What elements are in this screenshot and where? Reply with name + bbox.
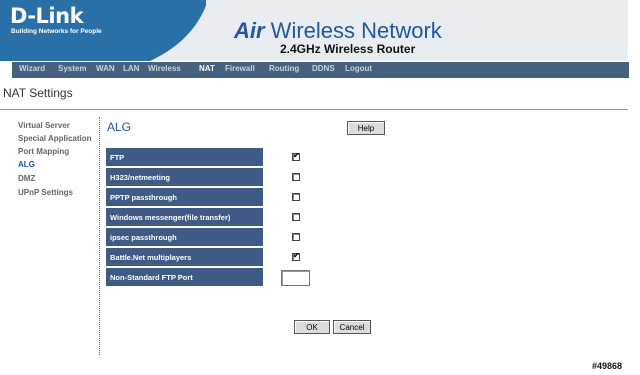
ok-button[interactable]: OK [294, 320, 330, 334]
brand-rest: Wireless Network [264, 18, 442, 43]
section-title: ALG [107, 120, 132, 134]
cancel-button[interactable]: Cancel [333, 320, 371, 334]
table-row: FTP ✔ [106, 148, 329, 167]
nav-system[interactable]: System [58, 64, 86, 73]
sidemenu-virtual-server[interactable]: Virtual Server [18, 121, 70, 130]
row-label-ftp: FTP [110, 153, 125, 162]
row-cell: ✔ [263, 148, 329, 166]
logo-swoosh-icon [150, 0, 210, 61]
row-label-battlenet: Battle.Net multiplayers [110, 253, 192, 262]
main-nav: Wizard System WAN LAN Wireless NAT Firew… [12, 62, 629, 78]
table-row: Battle.Net multiplayers ✔ [106, 248, 329, 267]
nav-lan[interactable]: LAN [123, 64, 139, 73]
dlink-logo: D-Link [10, 4, 84, 28]
help-button[interactable]: Help [347, 121, 385, 135]
ftp-checkbox[interactable]: ✔ [292, 151, 300, 161]
row-cell: ✔ [263, 208, 329, 226]
logo-panel: D-Link Building Networks for People [0, 0, 210, 61]
title-divider [0, 109, 628, 110]
row-cell: ✔ [263, 248, 329, 266]
row-cell [263, 268, 329, 287]
ipsec-checkbox[interactable]: ✔ [292, 233, 300, 241]
sidemenu-port-mapping[interactable]: Port Mapping [18, 147, 69, 156]
table-row: ipsec passthrough ✔ [106, 228, 329, 247]
product-name: 2.4GHz Wireless Router [280, 42, 416, 56]
table-row: PPTP passthrough ✔ [106, 188, 329, 207]
row-label-ftp-port: Non-Standard FTP Port [110, 273, 193, 282]
h323-checkbox[interactable]: ✔ [292, 173, 300, 181]
nav-wireless[interactable]: Wireless [148, 64, 181, 73]
row-label-h323: H323/netmeeting [110, 173, 171, 182]
sidemenu-special-application[interactable]: Special Application [18, 134, 92, 143]
sidemenu-dmz[interactable]: DMZ [18, 174, 35, 183]
battlenet-checkbox[interactable]: ✔ [292, 251, 300, 261]
ftp-port-input[interactable] [281, 270, 310, 286]
brand-air: Air [234, 18, 265, 43]
pptp-checkbox[interactable]: ✔ [292, 193, 300, 201]
side-divider [99, 117, 100, 355]
nav-wan[interactable]: WAN [96, 64, 115, 73]
windows-messenger-checkbox[interactable]: ✔ [292, 213, 300, 221]
nav-logout[interactable]: Logout [345, 64, 372, 73]
check-icon: ✔ [293, 251, 300, 260]
logo-tagline: Building Networks for People [11, 28, 102, 35]
table-row: Non-Standard FTP Port [106, 268, 329, 287]
row-label-windows-messenger: Windows messenger(file transfer) [110, 213, 231, 222]
page-title: NAT Settings [3, 86, 73, 100]
header: D-Link Building Networks for People Air … [0, 0, 640, 61]
row-cell: ✔ [263, 228, 329, 246]
nav-routing[interactable]: Routing [269, 64, 299, 73]
brand-title: Air Wireless Network [234, 18, 442, 44]
sidemenu-alg[interactable]: ALG [18, 160, 35, 169]
nav-nat[interactable]: NAT [199, 64, 215, 73]
check-icon: ✔ [293, 151, 300, 160]
table-row: Windows messenger(file transfer) ✔ [106, 208, 329, 227]
nav-ddns[interactable]: DDNS [312, 64, 335, 73]
nav-wizard[interactable]: Wizard [19, 64, 45, 73]
sidemenu-upnp-settings[interactable]: UPnP Settings [18, 188, 73, 197]
row-cell: ✔ [263, 168, 329, 186]
row-cell: ✔ [263, 188, 329, 206]
row-label-ipsec: ipsec passthrough [110, 233, 177, 242]
row-label-pptp: PPTP passthrough [110, 193, 177, 202]
table-row: H323/netmeeting ✔ [106, 168, 329, 187]
nav-firewall[interactable]: Firewall [225, 64, 255, 73]
watermark-label: #49868 [592, 361, 623, 371]
